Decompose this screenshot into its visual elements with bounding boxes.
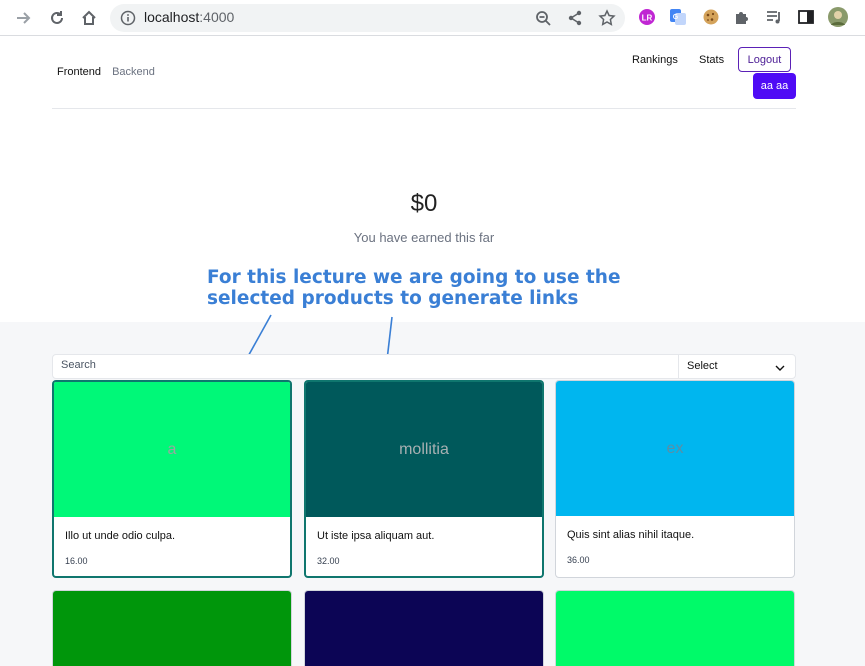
product-price: 36.00 [567,555,590,565]
product-image-text: mollitia [399,440,449,458]
product-image-text: a [167,440,177,458]
product-card[interactable]: et [52,590,292,666]
product-price: 32.00 [317,556,340,566]
product-card[interactable]: quo [304,590,544,666]
product-image: et [53,591,291,666]
product-title: Illo ut unde odio culpa. [65,530,176,542]
sort-select[interactable]: Select [678,354,796,379]
search-input[interactable]: Search [52,354,679,379]
product-image: a [54,382,290,517]
product-image: mollitia [306,382,542,517]
product-card[interactable]: natus [555,590,795,666]
chevron-down-icon [775,365,785,371]
product-price: 16.00 [65,556,88,566]
product-image: natus [556,591,794,666]
product-image: ex [556,381,794,516]
product-card[interactable]: mollitia Ut iste ipsa aliquam aut. 32.00 [304,380,544,578]
product-card[interactable]: ex Quis sint alias nihil itaque. 36.00 [555,380,795,578]
sort-select-label: Select [687,360,718,372]
product-card[interactable]: a Illo ut unde odio culpa. 16.00 [52,380,292,578]
product-title: Ut iste ipsa aliquam aut. [317,530,435,542]
product-image-text: ex [666,439,684,457]
product-title: Quis sint alias nihil itaque. [567,529,695,541]
product-image: quo [305,591,543,666]
